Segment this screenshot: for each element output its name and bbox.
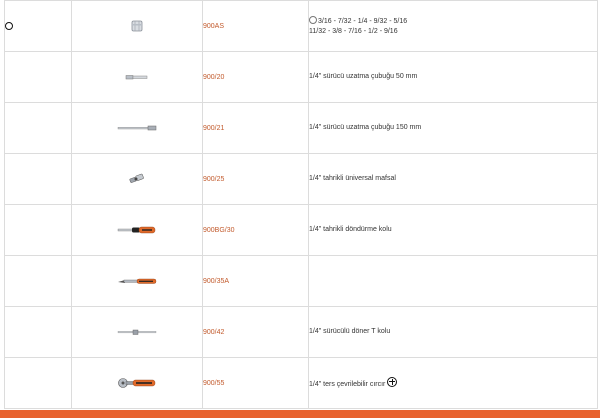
table-row: 900/25 1/4" tahrikli üniversal mafsal bbox=[4, 153, 598, 205]
hex-socket-icon bbox=[131, 20, 143, 32]
empty-cell bbox=[4, 306, 72, 358]
empty-cell bbox=[4, 51, 72, 103]
ratchet-flat-icon bbox=[118, 278, 157, 284]
product-code: 900/25 bbox=[202, 153, 309, 205]
product-image-cell bbox=[71, 0, 203, 52]
table-row: 900/55 1/4" ters çevrilebilir cırcır bbox=[4, 357, 598, 409]
universal-joint-icon bbox=[129, 173, 144, 183]
product-description: 1/4" ters çevrilebilir cırcır bbox=[308, 357, 598, 409]
table-row: 900/42 1/4" sürücülü döner T kolu bbox=[4, 306, 598, 358]
empty-cell bbox=[4, 153, 72, 205]
empty-cell bbox=[4, 255, 72, 307]
product-image-cell bbox=[71, 153, 203, 205]
product-code: 900/21 bbox=[202, 102, 309, 154]
product-description: 1/4" tahrikli döndürme kolu bbox=[308, 204, 598, 256]
product-image-cell bbox=[71, 102, 203, 154]
table-row: 900/21 1/4" sürücü uzatma çubuğu 150 mm bbox=[4, 102, 598, 154]
product-image-cell bbox=[71, 204, 203, 256]
empty-cell bbox=[4, 102, 72, 154]
description-text: 1/4" ters çevrilebilir cırcır bbox=[309, 380, 386, 388]
reversible-ratchet-icon bbox=[118, 378, 156, 388]
product-image-cell bbox=[71, 255, 203, 307]
product-description bbox=[308, 255, 598, 307]
product-code: 900BG/30 bbox=[202, 204, 309, 256]
product-image-cell bbox=[71, 306, 203, 358]
description-line-1: 3/16 - 7/32 - 1/4 - 9/32 - 5/16 bbox=[318, 17, 408, 25]
product-description: 3/16 - 7/32 - 1/4 - 9/32 - 5/16 11/32 - … bbox=[308, 0, 598, 52]
accent-bar bbox=[0, 410, 600, 418]
product-code: 900/35A bbox=[202, 255, 309, 307]
table-row: 900BG/30 1/4" tahrikli döndürme kolu bbox=[4, 204, 598, 256]
extension-bar-long-icon bbox=[117, 125, 157, 131]
product-code: 900/42 bbox=[202, 306, 309, 358]
product-description: 1/4" sürücü uzatma çubuğu 50 mm bbox=[308, 51, 598, 103]
hex-drive-ring-icon bbox=[5, 22, 13, 30]
table-row: 900/20 1/4" sürücü uzatma çubuğu 50 mm bbox=[4, 51, 598, 103]
product-description: 1/4" tahrikli üniversal mafsal bbox=[308, 153, 598, 205]
spinner-handle-icon bbox=[117, 226, 156, 234]
hex-drive-symbol-cell bbox=[4, 0, 72, 52]
extension-bar-short-icon bbox=[125, 75, 148, 80]
description-line-2: 11/32 - 3/8 - 7/16 - 1/2 - 9/16 bbox=[309, 27, 398, 35]
product-code: 900/20 bbox=[202, 51, 309, 103]
product-image-cell bbox=[71, 51, 203, 103]
reversible-ratchet-symbol-icon bbox=[387, 376, 398, 387]
product-description: 1/4" sürücülü döner T kolu bbox=[308, 306, 598, 358]
table-row: 900AS 3/16 - 7/32 - 1/4 - 9/32 - 5/16 11… bbox=[4, 0, 598, 52]
table-row: 900/35A bbox=[4, 255, 598, 307]
product-code: 900/55 bbox=[202, 357, 309, 409]
product-image-cell bbox=[71, 357, 203, 409]
parts-table: 900AS 3/16 - 7/32 - 1/4 - 9/32 - 5/16 11… bbox=[4, 0, 598, 409]
empty-cell bbox=[4, 357, 72, 409]
product-description: 1/4" sürücü uzatma çubuğu 150 mm bbox=[308, 102, 598, 154]
product-code: 900AS bbox=[202, 0, 309, 52]
empty-cell bbox=[4, 204, 72, 256]
socket-ring-icon bbox=[309, 15, 317, 24]
sliding-t-bar-icon bbox=[117, 329, 157, 335]
